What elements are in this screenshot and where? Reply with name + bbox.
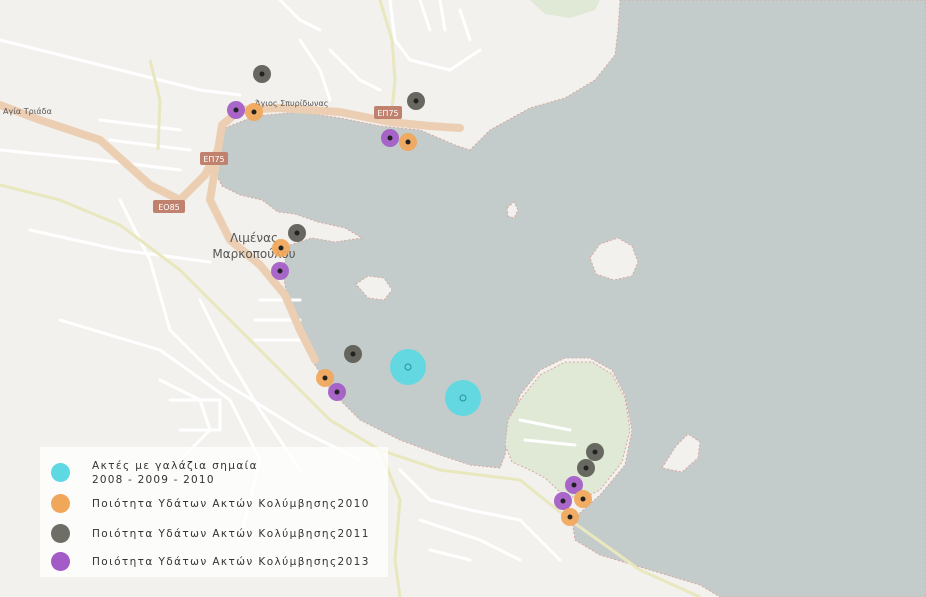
marker-center-dot [251,109,257,115]
place-label-agia-triada: Αγία Τριάδα [3,107,52,116]
legend-item-2010: Ποιότητα Υδάτων Ακτών Κολύμβησης2010 [40,492,388,516]
road-shield-ep75-north: ΕΠ75 [374,106,402,119]
marker-center-dot [350,351,356,357]
legend-item-2013: Ποιότητα Υδάτων Ακτών Κολύμβησης2013 [40,550,388,574]
place-label-limenas: Λιμένας [230,231,278,245]
legend-label: Ποιότητα Υδάτων Ακτών Κολύμβησης2013 [92,556,370,568]
marker-center-dot [592,449,598,455]
marker-center-dot [278,245,284,251]
marker-center-dot [405,139,411,145]
marker-center-dot [567,514,573,520]
marker-center-dot [413,98,419,104]
marker-center-dot [387,135,393,141]
legend-label: Ποιότητα Υδάτων Ακτών Κολύμβησης2010 [92,498,370,510]
marker-center-dot [294,230,300,236]
legend-panel: Ακτές με γαλάζια σημαία 2008 - 2009 - 20… [40,447,388,577]
road-shield-ep75-west: ΕΠ75 [200,152,228,165]
marker-center-dot [259,71,265,77]
marker-center-dot [322,375,328,381]
place-label-agios-spyridonas: Άγιος Σπυρίδωνας [255,99,328,108]
blue-flag-beach-marker[interactable] [445,380,481,416]
legend-sublabel: 2008 - 2009 - 2010 [92,474,215,486]
water-quality-2013-marker-icon [51,552,70,571]
legend-item-2011: Ποιότητα Υδάτων Ακτών Κολύμβησης2011 [40,522,388,546]
marker-center-dot [277,268,283,274]
marker-center-dot [571,482,577,488]
svg-text:ΕΠ75: ΕΠ75 [203,155,224,164]
marker-center-dot [580,496,586,502]
blue-flag-beach-marker[interactable] [390,349,426,385]
marker-center-dot [233,107,239,113]
water-quality-2011-marker-icon [51,524,70,543]
legend-label: Ακτές με γαλάζια σημαία [92,460,258,472]
marker-center-dot [560,498,566,504]
marker-center-dot [583,465,589,471]
water-quality-2010-marker-icon [51,494,70,513]
legend-item-blue-flag: Ακτές με γαλάζια σημαία 2008 - 2009 - 20… [40,460,388,486]
legend-label: Ποιότητα Υδάτων Ακτών Κολύμβησης2011 [92,528,370,540]
blue-flag-beach-marker-icon [51,463,70,482]
marker-center-dot [334,389,340,395]
svg-text:ΕΟ85: ΕΟ85 [158,203,180,212]
road-shield-eo85: ΕΟ85 [153,200,185,213]
svg-text:ΕΠ75: ΕΠ75 [377,109,398,118]
